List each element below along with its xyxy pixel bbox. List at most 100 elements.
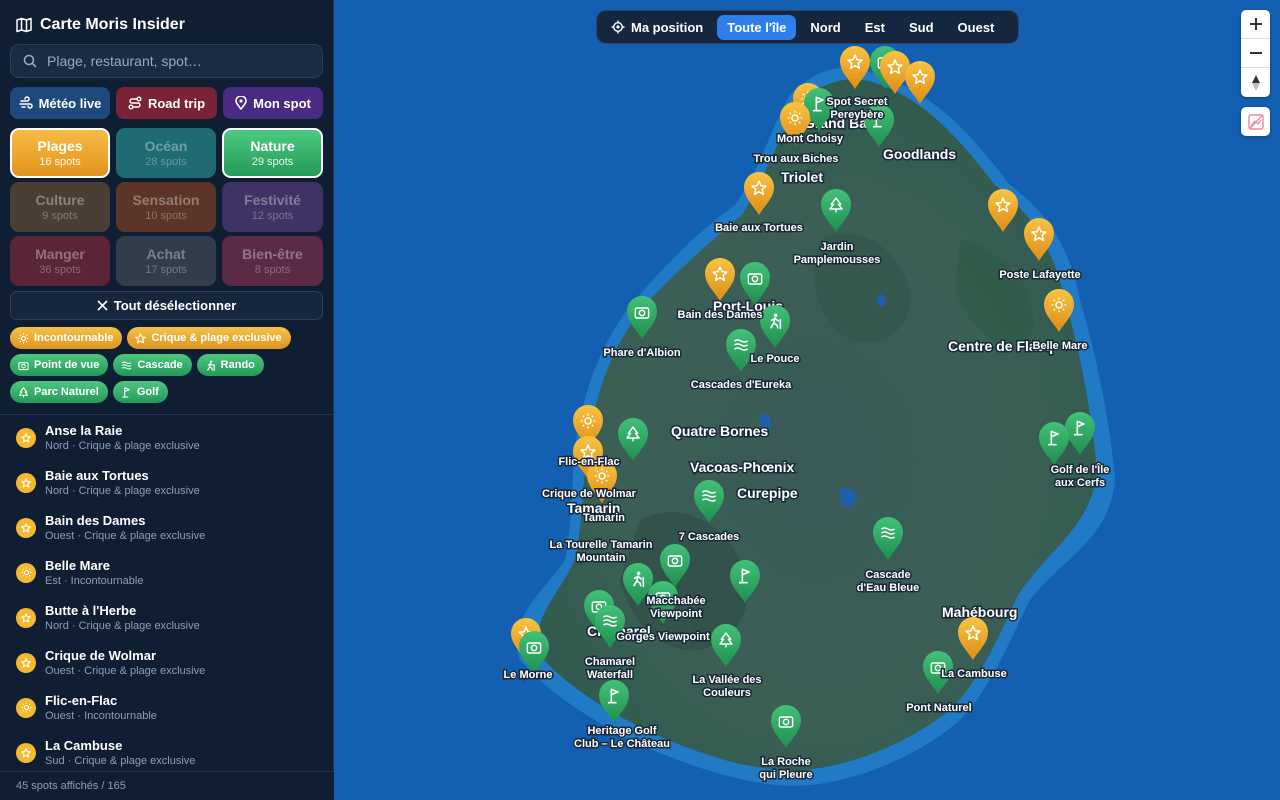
- category-culture[interactable]: Culture 9 spots: [10, 182, 110, 232]
- weather-button[interactable]: Météo live: [10, 87, 110, 119]
- list-item[interactable]: Flic-en-Flac Ouest · Incontournable: [0, 685, 334, 730]
- category-nature[interactable]: Nature 29 spots: [222, 128, 323, 178]
- category-festivite[interactable]: Festivité 12 spots: [222, 182, 323, 232]
- map-marker[interactable]: [711, 624, 741, 667]
- spot-name: Bain des Dames: [45, 513, 146, 528]
- marker-label: Belle Mare: [1032, 340, 1087, 352]
- map-marker[interactable]: [730, 560, 760, 603]
- search-box[interactable]: [10, 44, 323, 78]
- marker-label: Mont Choisy: [777, 133, 844, 145]
- map-marker[interactable]: [1044, 289, 1074, 332]
- my-position-button[interactable]: Ma position: [601, 15, 713, 40]
- region-tab-sud[interactable]: Sud: [899, 15, 944, 40]
- category-bien-etre[interactable]: Bien-être 8 spots: [222, 236, 323, 286]
- route-icon: [128, 96, 142, 110]
- region-tab-est[interactable]: Est: [855, 15, 895, 40]
- category-plages[interactable]: Plages 16 spots: [10, 128, 110, 178]
- map-marker[interactable]: [1024, 218, 1054, 261]
- category-count: 17 spots: [145, 264, 187, 276]
- road-trip-button[interactable]: Road trip: [116, 87, 217, 119]
- list-item[interactable]: Crique de Wolmar Ouest · Crique & plage e…: [0, 640, 334, 685]
- map-markers: [511, 46, 1095, 748]
- zoom-in-button[interactable]: [1241, 10, 1270, 39]
- marker-label: Phare d'Albion: [603, 347, 680, 359]
- quick-actions: Météo live Road trip Mon spot: [10, 87, 323, 119]
- filter-chip-golf[interactable]: Golf: [112, 381, 168, 403]
- marker-label: Couleurs: [703, 687, 751, 699]
- filter-chip-point-de-vue[interactable]: Point de vue: [10, 354, 109, 376]
- my-spot-button[interactable]: Mon spot: [223, 87, 323, 119]
- spot-meta: Ouest · Crique & plage exclusive: [45, 665, 206, 677]
- list-item[interactable]: Bain des Dames Ouest · Crique & plage exc…: [0, 505, 334, 550]
- map-canvas[interactable]: Grand Baie Goodlands Triolet Port-Louis …: [334, 0, 1280, 800]
- marker-label: Baie aux Tortues: [715, 222, 803, 234]
- map-marker[interactable]: [1065, 412, 1095, 455]
- filter-chip-cascade[interactable]: Cascade: [113, 354, 192, 376]
- map-marker[interactable]: [771, 705, 801, 748]
- filter-chip-label: Rando: [220, 359, 255, 371]
- map-marker[interactable]: [599, 680, 629, 723]
- map-marker[interactable]: [726, 329, 756, 372]
- category-manger[interactable]: Manger 36 spots: [10, 236, 110, 286]
- map-marker[interactable]: [627, 296, 657, 339]
- filter-chip-parc-naturel[interactable]: Parc Naturel: [10, 381, 108, 403]
- category-achat[interactable]: Achat 17 spots: [116, 236, 216, 286]
- category-count: 12 spots: [251, 210, 294, 222]
- map-marker[interactable]: [618, 418, 648, 461]
- map-marker[interactable]: [760, 305, 790, 348]
- spot-meta: Ouest · Crique & plage exclusive: [45, 530, 206, 542]
- map-marker[interactable]: [958, 617, 988, 660]
- my-position-label: Ma position: [631, 19, 704, 35]
- region-tab-nord[interactable]: Nord: [800, 15, 850, 40]
- map-marker[interactable]: [840, 46, 870, 89]
- map-marker[interactable]: [660, 544, 690, 587]
- category-name: Nature: [250, 138, 295, 154]
- list-item[interactable]: Belle Mare Est · Incontournable: [0, 550, 334, 595]
- list-item[interactable]: Anse la Raie Nord · Crique & plage exclus…: [0, 415, 334, 460]
- category-name: Achat: [146, 246, 186, 262]
- road-trip-button-label: Road trip: [147, 95, 206, 111]
- map-marker[interactable]: [988, 189, 1018, 232]
- search-input[interactable]: [47, 53, 297, 69]
- marker-label: Pont Naturel: [906, 702, 971, 714]
- list-item[interactable]: La Cambuse Sud · Crique & plage exclusive: [0, 730, 334, 771]
- category-ocean[interactable]: Océan 28 spots: [116, 128, 216, 178]
- region-tab-toute-ile[interactable]: Toute l'île: [717, 14, 797, 40]
- list-item[interactable]: Baie aux Tortues Nord · Crique & plage ex…: [0, 460, 334, 505]
- marker-label: Macchabée: [646, 595, 705, 607]
- list-item[interactable]: Butte à l'Herbe Nord · Crique & plage exc…: [0, 595, 334, 640]
- camera-icon: [18, 361, 29, 370]
- category-grid: Plages 16 spots Océan 28 spots Nature 29 sp…: [10, 128, 323, 286]
- filter-chip-label: Parc Naturel: [34, 386, 99, 398]
- map-marker[interactable]: [705, 258, 735, 301]
- marker-label: Crique de Wolmar: [542, 488, 637, 500]
- map-marker[interactable]: [1039, 422, 1069, 465]
- deselect-all-button[interactable]: Tout désélectionner: [10, 291, 323, 320]
- sidebar: Carte Moris Insider Météo live Road trip…: [0, 0, 334, 800]
- marker-label: 7 Cascades: [679, 531, 740, 543]
- category-sensation[interactable]: Sensation 10 spots: [116, 182, 216, 232]
- map-marker[interactable]: [694, 480, 724, 523]
- map-marker[interactable]: [873, 517, 903, 560]
- tree-icon: [18, 386, 29, 398]
- map-marker[interactable]: [821, 189, 851, 232]
- filter-chip-rando[interactable]: Rando: [196, 354, 264, 376]
- star-icon: [135, 332, 147, 343]
- zoom-out-button[interactable]: [1241, 39, 1270, 68]
- category-count: 28 spots: [145, 156, 187, 168]
- filter-chip-incontournable[interactable]: Incontournable: [10, 327, 123, 349]
- category-count: 29 spots: [251, 156, 294, 168]
- filter-chip-crique[interactable]: Crique & plage exclusive: [127, 327, 291, 349]
- terrain-toggle-button[interactable]: [1241, 107, 1270, 136]
- star-icon: [16, 517, 36, 538]
- compass-button[interactable]: [1241, 68, 1270, 97]
- map-marker[interactable]: [905, 61, 935, 104]
- spot-meta: Nord · Crique & plage exclusive: [45, 440, 200, 452]
- region-tab-ouest[interactable]: Ouest: [948, 15, 1005, 40]
- map-marker[interactable]: [744, 172, 774, 215]
- marker-label: Le Pouce: [751, 353, 800, 365]
- spot-name: Belle Mare: [45, 558, 111, 573]
- map-marker[interactable]: [519, 631, 549, 674]
- pin-icon: [235, 96, 247, 110]
- spot-count-footer: 45 spots affichés / 165: [0, 771, 334, 800]
